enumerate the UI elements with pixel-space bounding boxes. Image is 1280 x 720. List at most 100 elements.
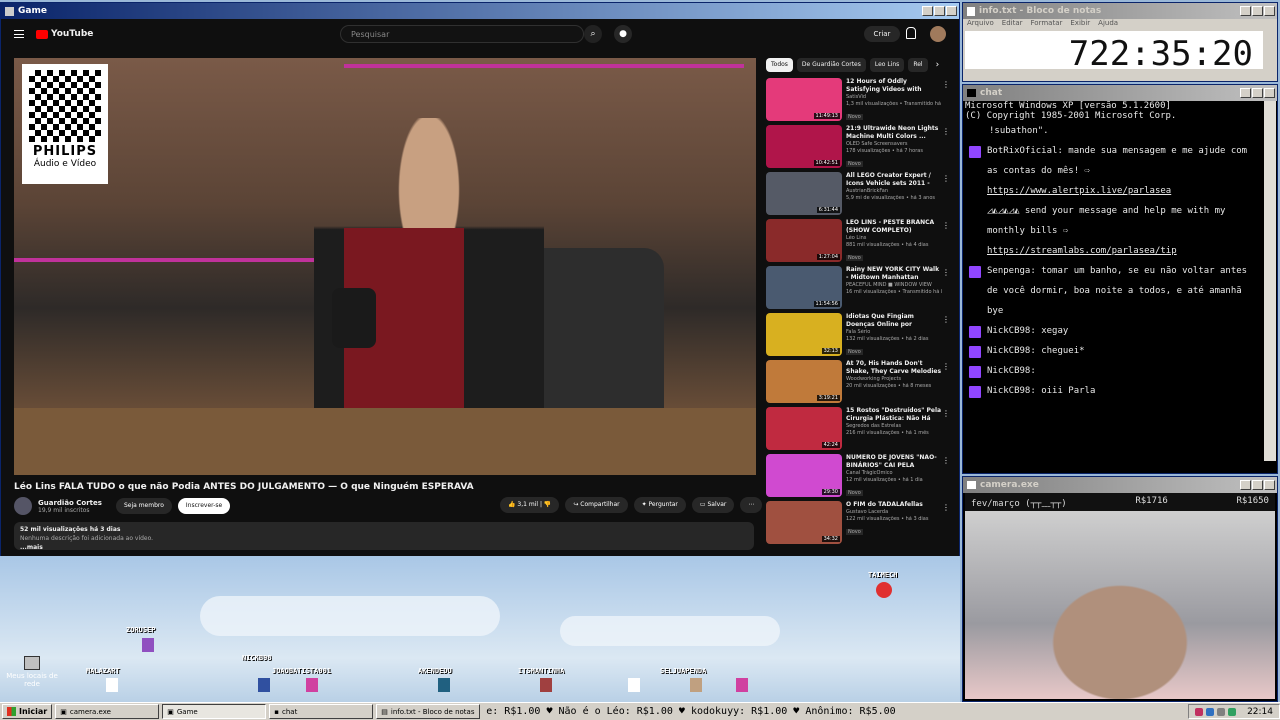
recommendation-title[interactable]: 12 Hours of Oddly Satisfying Videos with… [846, 78, 942, 94]
more-options-icon[interactable]: ⋮ [942, 80, 950, 89]
notepad-text-area[interactable]: 722:35:20 [965, 31, 1263, 74]
desktop-icon-network[interactable]: Meus locais de rede [4, 656, 60, 688]
recommendation-title[interactable]: NÚMERO DE JOVENS "NÃO-BINÁRIOS" CAI PELA… [846, 454, 942, 470]
recommendation-title[interactable]: Rainy NEW YORK CITY Walk - Midtown Manha… [846, 266, 942, 282]
recommendation-item[interactable]: 42:24 15 Rostos "Destruídos" Pela Cirurg… [766, 407, 956, 454]
recommendation-item[interactable]: 10:42:51 21:9 Ultrawide Neon Lights Mach… [766, 125, 956, 172]
create-button[interactable]: Criar [864, 26, 900, 42]
recommendation-item[interactable]: 29:30 NÚMERO DE JOVENS "NÃO-BINÁRIOS" CA… [766, 454, 956, 501]
recommendation-thumbnail[interactable]: 6:31:44 [766, 172, 842, 215]
tray-icon[interactable] [1217, 707, 1226, 716]
recommendation-thumbnail[interactable]: 42:24 [766, 407, 842, 450]
game-window-titlebar[interactable]: Game [1, 3, 959, 19]
recommendation-item[interactable]: 3:19:21 At 70, His Hands Don't Shake, Th… [766, 360, 956, 407]
channel-avatar[interactable] [14, 497, 32, 515]
chat-link[interactable]: https://streamlabs.com/parlasea/tip [987, 246, 1177, 256]
recommendation-thumbnail[interactable]: 11:49:13 [766, 78, 842, 121]
chevron-right-icon[interactable]: › [936, 58, 940, 72]
recommendation-item[interactable]: 32:13 Idiotas Que Fingiam Doenças Online… [766, 313, 956, 360]
task-notepad[interactable]: ▤ info.txt - Bloco de notas [376, 704, 481, 719]
subscribe-button[interactable]: Inscrever-se [177, 498, 231, 514]
recommendation-title[interactable]: All LEGO Creator Expert / Icons Vehicle … [846, 172, 942, 188]
chip-related[interactable]: Rel [908, 58, 928, 72]
task-game[interactable]: ▣ Game [162, 704, 267, 719]
menu-view[interactable]: Exibir [1070, 19, 1090, 31]
minimize-button[interactable] [922, 6, 933, 16]
more-options-icon[interactable]: ⋮ [942, 315, 950, 324]
menu-help[interactable]: Ajuda [1098, 19, 1118, 31]
recommendation-item[interactable]: 6:31:44 All LEGO Creator Expert / Icons … [766, 172, 956, 219]
recommendation-title[interactable]: Idiotas Que Fingiam Doenças Online por D… [846, 313, 942, 329]
recommendation-thumbnail[interactable]: 34:32 [766, 501, 842, 544]
youtube-logo[interactable]: YouTube [36, 29, 93, 39]
ask-button[interactable]: ✦ Perguntar [633, 497, 686, 513]
start-button[interactable]: Iniciar [2, 704, 53, 719]
chat-link[interactable]: https://www.alertpix.live/parlasea [987, 186, 1171, 196]
chat-scrollbar[interactable] [1264, 101, 1276, 461]
minimize-button[interactable] [1240, 88, 1251, 98]
menu-format[interactable]: Formatar [1031, 19, 1063, 31]
chip-channel[interactable]: De Guardião Cortes [796, 58, 866, 72]
chat-titlebar[interactable]: chat [963, 85, 1277, 101]
more-actions-button[interactable]: ⋯ [740, 497, 763, 513]
more-options-icon[interactable]: ⋮ [942, 268, 950, 277]
task-chat[interactable]: ▪ chat [269, 704, 374, 719]
camera-titlebar[interactable]: camera.exe [963, 477, 1277, 493]
join-button[interactable]: Seja membro [115, 498, 172, 514]
notifications-bell-icon[interactable] [906, 27, 916, 39]
channel-name[interactable]: Guardião Cortes [38, 499, 102, 507]
search-input[interactable]: Pesquisar [340, 25, 584, 43]
maximize-button[interactable] [1252, 6, 1263, 16]
more-options-icon[interactable]: ⋮ [942, 456, 950, 465]
notepad-titlebar[interactable]: info.txt - Bloco de notas [963, 3, 1277, 19]
recommendation-item[interactable]: 1:27:04 LÉO LINS - PESTE BRANCA (SHOW CO… [766, 219, 956, 266]
description-box[interactable]: 52 mil visualizações há 3 dias Nenhuma d… [14, 522, 754, 552]
recommendation-title[interactable]: 15 Rostos "Destruídos" Pela Cirurgia Plá… [846, 407, 942, 423]
more-options-icon[interactable]: ⋮ [942, 127, 950, 136]
share-button[interactable]: ↪ Compartilhar [565, 497, 628, 513]
more-options-icon[interactable]: ⋮ [942, 362, 950, 371]
task-camera[interactable]: ▣ camera.exe [55, 704, 160, 719]
maximize-button[interactable] [1252, 88, 1263, 98]
more-options-icon[interactable]: ⋮ [942, 174, 950, 183]
thumbs-down-icon[interactable]: 👎 [544, 501, 551, 508]
save-button[interactable]: ▭ Salvar [691, 497, 735, 513]
close-button[interactable] [1264, 88, 1275, 98]
recommendation-title[interactable]: LÉO LINS - PESTE BRANCA (SHOW COMPLETO) [846, 219, 942, 235]
more-options-icon[interactable]: ⋮ [942, 221, 950, 230]
close-button[interactable] [946, 6, 957, 16]
more-options-icon[interactable]: ⋮ [942, 409, 950, 418]
recommendation-title[interactable]: At 70, His Hands Don't Shake, They Carve… [846, 360, 942, 376]
user-avatar[interactable] [930, 26, 946, 42]
recommendation-item[interactable]: 11:49:13 12 Hours of Oddly Satisfying Vi… [766, 78, 956, 125]
close-button[interactable] [1264, 480, 1275, 490]
maximize-button[interactable] [934, 6, 945, 16]
minimize-button[interactable] [1240, 6, 1251, 16]
minimize-button[interactable] [1240, 480, 1251, 490]
recommendation-title[interactable]: O FIM do TADALAfellas [846, 501, 942, 509]
recommendation-item[interactable]: 34:32 O FIM do TADALAfellas Gustavo Lace… [766, 501, 956, 548]
clock[interactable]: 22:14 [1247, 707, 1273, 717]
menu-file[interactable]: Arquivo [967, 19, 994, 31]
recommendation-thumbnail[interactable]: 29:30 [766, 454, 842, 497]
recommendation-thumbnail[interactable]: 32:13 [766, 313, 842, 356]
like-button[interactable]: 👍 3,1 mil | 👎 [500, 497, 560, 513]
more-link[interactable]: ...mais [20, 543, 748, 552]
recommendation-thumbnail[interactable]: 3:19:21 [766, 360, 842, 403]
hamburger-menu-icon[interactable] [14, 30, 24, 38]
menu-edit[interactable]: Editar [1002, 19, 1023, 31]
maximize-button[interactable] [1252, 480, 1263, 490]
recommendation-thumbnail[interactable]: 10:42:51 [766, 125, 842, 168]
search-icon[interactable]: ⌕ [584, 25, 602, 43]
microphone-icon[interactable]: ● [614, 25, 632, 43]
more-options-icon[interactable]: ⋮ [942, 503, 950, 512]
close-button[interactable] [1264, 6, 1275, 16]
recommendation-item[interactable]: 11:54:56 Rainy NEW YORK CITY Walk - Midt… [766, 266, 956, 313]
chip-leo-lins[interactable]: Leo Lins [869, 58, 905, 72]
chip-all[interactable]: Todos [766, 58, 793, 72]
recommendation-title[interactable]: 21:9 Ultrawide Neon Lights Machine Multi… [846, 125, 942, 141]
video-player[interactable]: PHILIPS Áudio e Vídeo [14, 58, 756, 475]
tray-icon[interactable] [1228, 707, 1237, 716]
recommendation-thumbnail[interactable]: 11:54:56 [766, 266, 842, 309]
tray-icon[interactable] [1195, 707, 1204, 716]
